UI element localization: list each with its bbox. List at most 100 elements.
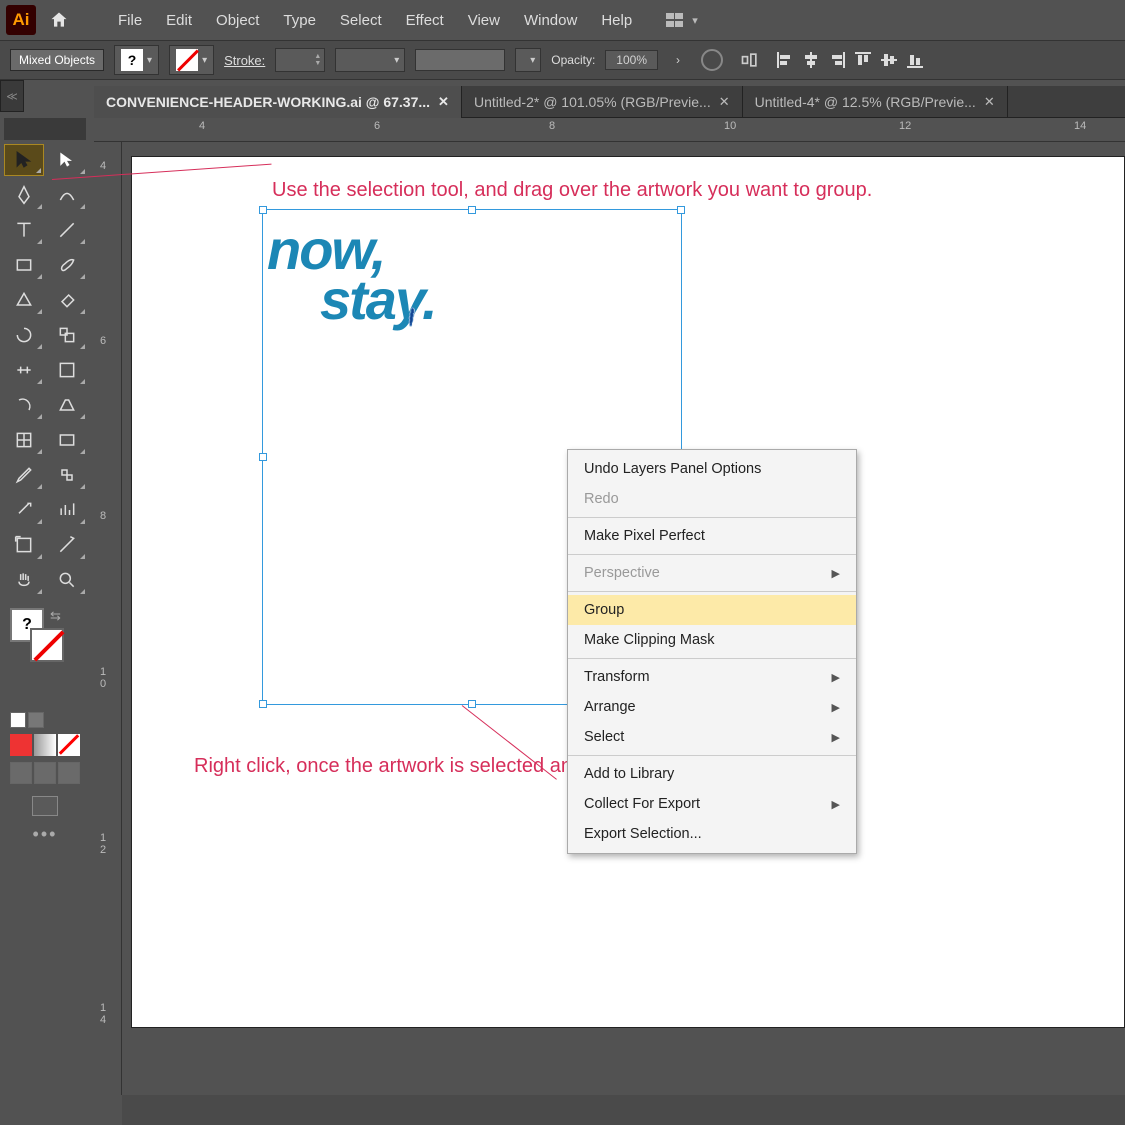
line-tool[interactable] [47,214,87,246]
hand-tool[interactable] [4,564,44,596]
mesh-tool[interactable] [4,424,44,456]
artboard[interactable]: Use the selection tool, and drag over th… [132,157,1124,1027]
rectangle-tool[interactable] [4,249,44,281]
align-panel-icon[interactable] [736,46,764,74]
ruler-tick-label: 6 [100,335,106,347]
fill-stroke-control[interactable]: ? ⇆ [4,606,86,656]
align-right-icon[interactable] [826,49,848,71]
menu-object[interactable]: Object [204,6,271,35]
close-icon[interactable]: ✕ [438,94,449,110]
close-icon[interactable]: ✕ [984,94,995,110]
opacity-value[interactable]: 100% [605,50,658,70]
swap-fs-mini-icon[interactable] [28,712,44,728]
resize-handle[interactable] [677,206,685,214]
tab-label: Untitled-4* @ 12.5% (RGB/Previe... [755,94,976,110]
perspective-tool[interactable] [47,389,87,421]
edit-toolbar-icon[interactable]: ••• [4,824,86,845]
eraser-tool[interactable] [47,284,87,316]
none-mode-icon[interactable] [58,734,80,756]
canvas[interactable]: Use the selection tool, and drag over th… [122,142,1125,1095]
resize-handle[interactable] [259,700,267,708]
align-top-icon[interactable] [852,49,874,71]
align-vcenter-icon[interactable] [878,49,900,71]
panel-collapse-icon[interactable]: ≪ [0,80,24,112]
menu-select[interactable]: Select [328,6,394,35]
align-hcenter-icon[interactable] [800,49,822,71]
blend-tool[interactable] [47,459,87,491]
stroke-weight-input[interactable]: ▲▼ [275,48,325,72]
recolor-button[interactable] [698,46,726,74]
context-menu-item[interactable]: Export Selection... [568,819,856,849]
draw-inside-icon[interactable] [58,762,80,784]
resize-handle[interactable] [259,453,267,461]
eyedropper-tool[interactable] [4,459,44,491]
direct-selection-tool[interactable] [47,144,87,176]
document-tab[interactable]: Untitled-4* @ 12.5% (RGB/Previe... ✕ [743,86,1008,118]
screen-mode-icon[interactable] [32,796,58,816]
selection-tool[interactable] [4,144,44,176]
draw-normal-icon[interactable] [10,762,32,784]
menu-effect[interactable]: Effect [394,6,456,35]
menu-edit[interactable]: Edit [154,6,204,35]
scale-tool[interactable] [47,319,87,351]
stroke-swatch[interactable]: ▾ [169,45,214,75]
shaper-tool[interactable] [4,284,44,316]
color-mode-icon[interactable] [10,734,32,756]
paintbrush-tool[interactable] [47,249,87,281]
menu-type[interactable]: Type [271,6,328,35]
column-graph-tool[interactable] [47,494,87,526]
slice-tool[interactable] [47,529,87,561]
gradient-tool[interactable] [47,424,87,456]
brush-select-caret[interactable]: ▾ [515,48,541,72]
align-bottom-icon[interactable] [904,49,926,71]
context-menu-item[interactable]: Group [568,595,856,625]
document-tab[interactable]: Untitled-2* @ 101.05% (RGB/Previe...✕ [462,86,743,118]
menu-item-label: Group [584,602,624,618]
default-fs-icon[interactable] [10,712,26,728]
menu-item-label: Perspective [584,565,660,581]
shape-builder-tool[interactable] [4,389,44,421]
pen-tool[interactable] [4,179,44,211]
menu-item-label: Redo [584,491,619,507]
curvature-tool[interactable] [47,179,87,211]
symbol-sprayer-tool[interactable] [4,494,44,526]
stroke-profile-select[interactable]: ▾ [335,48,405,72]
context-menu-item[interactable]: Collect For Export▶ [568,789,856,819]
ruler-tick-label: 10 [724,120,736,132]
context-menu-item[interactable]: Arrange▶ [568,692,856,722]
artboard-tool[interactable] [4,529,44,561]
context-menu-item[interactable]: Undo Layers Panel Options [568,454,856,484]
menu-file[interactable]: File [106,6,154,35]
close-icon[interactable]: ✕ [719,94,730,110]
context-menu-item[interactable]: Transform▶ [568,662,856,692]
context-menu-item[interactable]: Add to Library [568,759,856,789]
type-tool[interactable] [4,214,44,246]
draw-behind-icon[interactable] [34,762,56,784]
workspace-switcher[interactable]: ▾ [666,13,698,27]
context-menu-item[interactable]: Make Pixel Perfect [568,521,856,551]
zoom-tool[interactable] [47,564,87,596]
resize-handle[interactable] [468,700,476,708]
home-icon[interactable] [44,5,74,35]
fill-swatch[interactable]: ?▾ [114,45,159,75]
opacity-arrow[interactable]: › [668,51,688,69]
gradient-mode-icon[interactable] [34,734,56,756]
align-left-icon[interactable] [774,49,796,71]
menu-view[interactable]: View [456,6,512,35]
resize-handle[interactable] [259,206,267,214]
resize-handle[interactable] [468,206,476,214]
tools-panel-header[interactable] [4,118,86,140]
width-tool[interactable] [4,354,44,386]
brush-definition-select[interactable] [415,49,505,71]
menu-window[interactable]: Window [512,6,589,35]
stroke-swatch-tool[interactable] [30,628,64,662]
ruler-tick-label: 1 4 [100,1002,106,1026]
swap-fill-stroke-icon[interactable]: ⇆ [50,608,61,624]
menu-help[interactable]: Help [589,6,644,35]
free-transform-tool[interactable] [47,354,87,386]
context-menu-item[interactable]: Select▶ [568,722,856,752]
ruler-vertical: 4681 01 21 4 [94,142,122,1095]
document-tab[interactable]: CONVENIENCE-HEADER-WORKING.ai @ 67.37...… [94,86,462,118]
rotate-tool[interactable] [4,319,44,351]
context-menu-item[interactable]: Make Clipping Mask [568,625,856,655]
